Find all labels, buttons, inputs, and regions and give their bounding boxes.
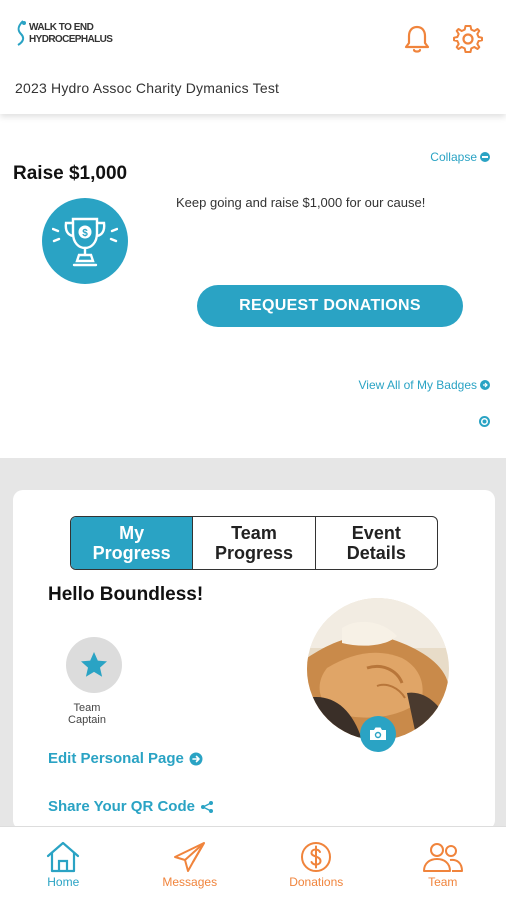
- tab-event-details[interactable]: Event Details: [316, 517, 437, 569]
- view-all-badges-link[interactable]: View All of My Badges: [358, 378, 490, 392]
- nav-label-team: Team: [428, 875, 458, 889]
- logo-text-line2: HYDROCEPHALUS: [29, 34, 113, 45]
- tab-label-line1: Team: [231, 523, 277, 543]
- expand-circle-icon[interactable]: [479, 416, 490, 427]
- nav-label-home: Home: [47, 875, 80, 889]
- event-title: 2023 Hydro Assoc Charity Dymanics Test: [15, 80, 280, 96]
- tab-team-progress[interactable]: Team Progress: [193, 517, 316, 569]
- collapse-label: Collapse: [430, 150, 477, 164]
- trophy-icon: $: [42, 198, 128, 284]
- tab-label-line2: Progress: [92, 543, 171, 563]
- share-qr-code-link[interactable]: Share Your QR Code: [48, 798, 214, 815]
- share-qr-code-label: Share Your QR Code: [48, 798, 195, 815]
- tab-label-line2: Progress: [214, 543, 294, 563]
- people-icon: [422, 843, 463, 872]
- role-line2: Captain: [68, 714, 106, 726]
- svg-text:$: $: [82, 228, 88, 239]
- bell-icon[interactable]: [400, 22, 434, 56]
- logo-mark-icon: [17, 20, 26, 46]
- share-icon: [200, 800, 213, 813]
- arrow-circle-icon: [480, 380, 490, 390]
- tab-label-line2: Details: [346, 543, 406, 563]
- progress-card: My Progress Team Progress Event Details Hel…: [13, 490, 495, 830]
- progress-tabs: My Progress Team Progress Event Details: [70, 516, 438, 570]
- gear-icon[interactable]: [451, 22, 485, 56]
- bottom-nav: Home Messages Donations Team: [0, 826, 506, 900]
- edit-personal-page-label: Edit Personal Page: [48, 750, 184, 767]
- nav-label-messages: Messages: [162, 875, 218, 889]
- tab-label-line1: My: [119, 523, 145, 543]
- greeting: Hello Boundless!: [48, 584, 204, 605]
- nav-item-home[interactable]: Home: [0, 827, 127, 900]
- app-header: WALK TO END HYDROCEPHALUS 2023 Hydro Ass…: [0, 0, 506, 114]
- paper-plane-icon: [173, 842, 205, 872]
- logo: WALK TO END HYDROCEPHALUS: [15, 20, 115, 62]
- star-icon: [66, 637, 122, 693]
- nav-item-messages[interactable]: Messages: [127, 827, 254, 900]
- badge-title: Raise $1,000: [13, 163, 128, 184]
- nav-item-donations[interactable]: Donations: [253, 827, 380, 900]
- badge-message: Keep going and raise $1,000 for our caus…: [176, 195, 426, 210]
- badge-card: Collapse Raise $1,000 $ Keep going and r…: [0, 130, 506, 456]
- nav-label-donations: Donations: [289, 875, 344, 889]
- tab-my-progress[interactable]: My Progress: [71, 517, 194, 569]
- role-line1: Team: [73, 702, 101, 714]
- request-donations-button[interactable]: REQUEST DONATIONS: [197, 285, 463, 327]
- arrow-circle-icon: [189, 752, 203, 765]
- tab-label-line1: Event: [351, 523, 401, 543]
- logo-text-line1: WALK TO END: [29, 22, 94, 33]
- camera-icon[interactable]: [360, 716, 396, 752]
- minus-circle-icon: [480, 152, 490, 162]
- edit-personal-page-link[interactable]: Edit Personal Page: [48, 750, 203, 767]
- dollar-icon: [301, 842, 332, 872]
- home-icon: [47, 841, 80, 873]
- collapse-link[interactable]: Collapse: [430, 150, 490, 164]
- nav-item-team[interactable]: Team: [380, 827, 506, 900]
- view-all-badges-label: View All of My Badges: [358, 378, 477, 392]
- role-label: Team Captain: [57, 702, 117, 726]
